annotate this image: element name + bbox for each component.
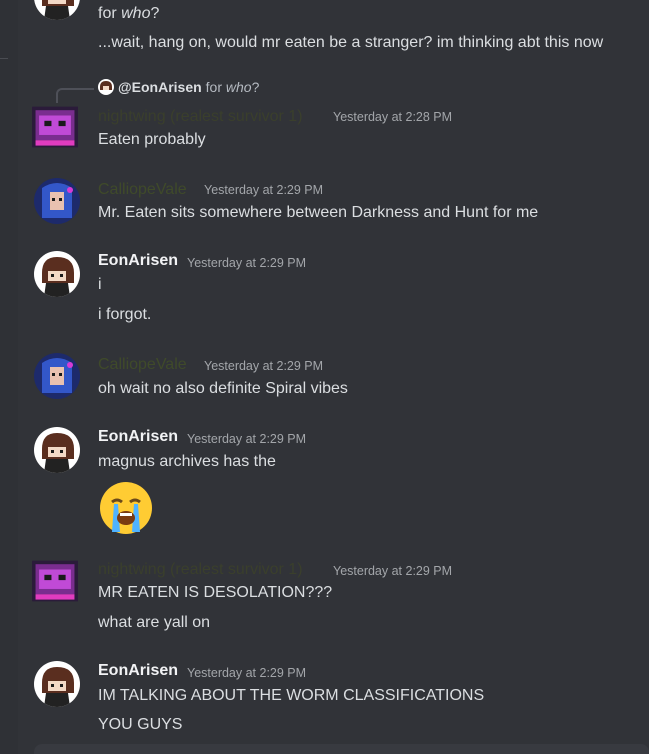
reply-avatar-icon <box>98 79 114 95</box>
reply-preview[interactable]: @EonArisen for who? <box>98 79 259 95</box>
timestamp[interactable]: Yesterday at 2:29 PM <box>187 256 306 270</box>
timestamp[interactable]: Yesterday at 2:29 PM <box>187 432 306 446</box>
message-line: for who? <box>98 5 160 22</box>
avatar-nightwing-icon <box>32 560 78 602</box>
message-line: magnus archives has the <box>98 453 276 470</box>
avatar-calliopevale-icon <box>34 353 80 399</box>
message-line: ...wait, hang on, would mr eaten be a st… <box>98 34 604 51</box>
reply-text: for who? <box>205 79 260 95</box>
timestamp[interactable]: Yesterday at 2:29 PM <box>204 359 323 373</box>
avatar-nightwing[interactable] <box>32 558 84 604</box>
avatar-calliopevale-icon <box>34 178 80 224</box>
sidebar-divider <box>0 58 8 59</box>
typing-indicator-bar <box>34 744 649 754</box>
username[interactable]: EonArisen <box>98 252 178 270</box>
timestamp[interactable]: Yesterday at 2:29 PM <box>204 183 323 197</box>
message-line: IM TALKING ABOUT THE WORM CLASSIFICATION… <box>98 687 485 704</box>
username[interactable]: EonArisen <box>98 662 178 680</box>
message-line: MR EATEN IS DESOLATION??? <box>98 584 333 601</box>
chat-panel: for who? ...wait, hang on, would mr eate… <box>0 0 649 754</box>
message-line: YOU GUYS <box>98 716 183 733</box>
timestamp[interactable]: Yesterday at 2:29 PM <box>187 666 306 680</box>
message-line: what are yall on <box>98 614 211 631</box>
message-line: Eaten probably <box>98 131 206 148</box>
avatar-calliopevale[interactable] <box>34 178 80 224</box>
message-line: i forgot. <box>98 306 152 323</box>
loudly-crying-face-icon[interactable] <box>98 480 154 536</box>
reply-connector <box>56 88 94 103</box>
avatar-eonarisen-icon <box>34 0 80 20</box>
avatar-nightwing[interactable] <box>32 104 84 150</box>
timestamp[interactable]: Yesterday at 2:28 PM <box>333 110 452 124</box>
message-line: oh wait no also definite Spiral vibes <box>98 380 348 397</box>
avatar-eonarisen[interactable] <box>34 251 80 297</box>
avatar-eonarisen[interactable] <box>34 427 80 473</box>
timestamp[interactable]: Yesterday at 2:29 PM <box>333 564 452 578</box>
username[interactable]: CalliopeVale <box>98 356 187 374</box>
message-line: Mr. Eaten sits somewhere between Darknes… <box>98 204 539 221</box>
avatar-eonarisen-icon <box>34 661 80 707</box>
avatar-eonarisen-icon <box>34 251 80 297</box>
avatar-eonarisen[interactable] <box>34 0 80 20</box>
reply-username[interactable]: @EonArisen <box>118 79 202 95</box>
channel-sidebar-edge <box>0 0 18 754</box>
avatar-eonarisen[interactable] <box>34 661 80 707</box>
username[interactable]: nightwing (realest survivor 1) <box>98 108 303 126</box>
avatar-nightwing-icon <box>32 106 78 148</box>
username[interactable]: nightwing (realest survivor 1) <box>98 561 303 579</box>
message-line: i <box>98 276 102 293</box>
username[interactable]: CalliopeVale <box>98 181 187 199</box>
avatar-calliopevale[interactable] <box>34 353 80 399</box>
username[interactable]: EonArisen <box>98 428 178 446</box>
avatar-eonarisen-icon <box>34 427 80 473</box>
